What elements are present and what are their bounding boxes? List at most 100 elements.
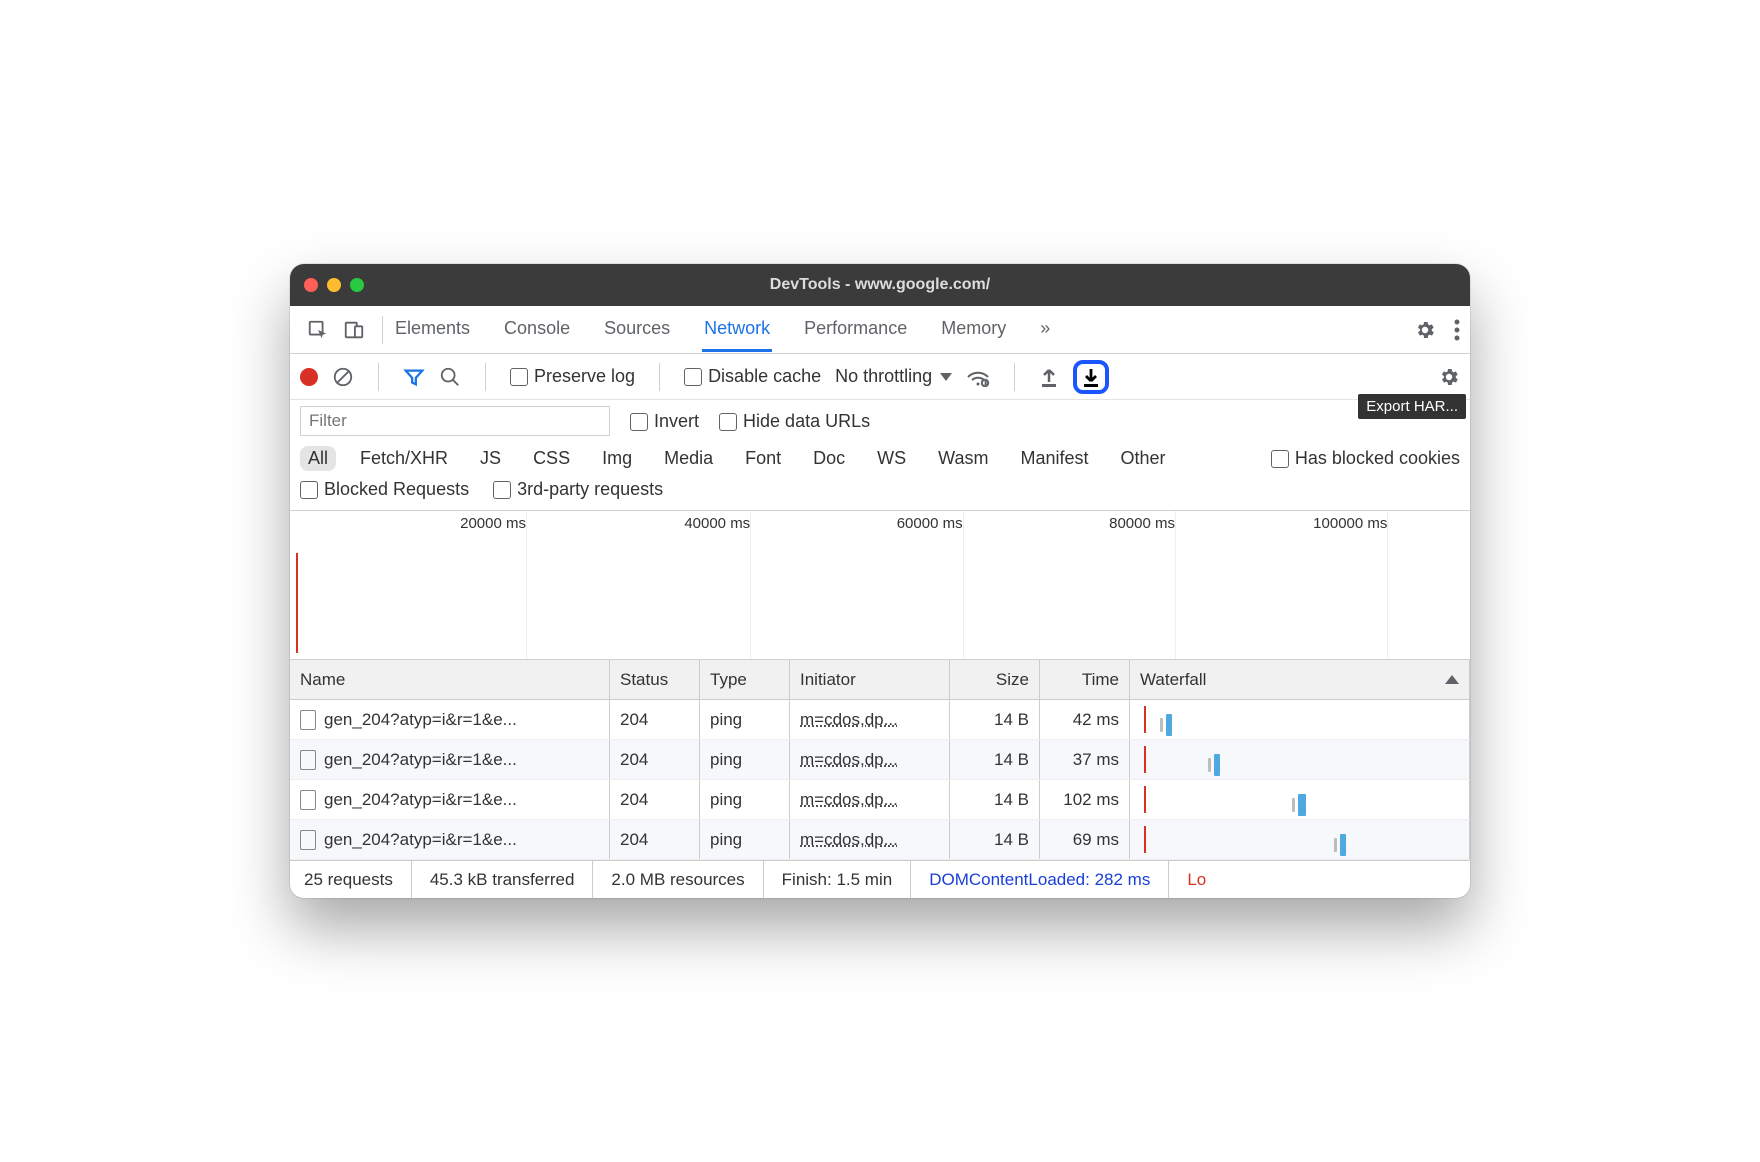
devtools-window: DevTools - www.google.com/ Elements Cons… bbox=[290, 264, 1470, 898]
invert-label: Invert bbox=[654, 411, 699, 431]
type-chip-img[interactable]: Img bbox=[594, 446, 640, 471]
export-har-tooltip: Export HAR... bbox=[1358, 394, 1466, 419]
timeline-tick: 80000 ms bbox=[1109, 515, 1175, 532]
preserve-log-label: Preserve log bbox=[534, 366, 635, 386]
export-har-button[interactable] bbox=[1073, 360, 1109, 394]
minimize-window-button[interactable] bbox=[327, 278, 341, 292]
cell-type: ping bbox=[700, 780, 790, 819]
preserve-log-checkbox[interactable]: Preserve log bbox=[510, 366, 635, 387]
search-icon[interactable] bbox=[439, 366, 461, 388]
file-icon bbox=[300, 750, 316, 770]
cell-time: 37 ms bbox=[1040, 740, 1130, 779]
hide-data-urls-checkbox[interactable]: Hide data URLs bbox=[719, 411, 870, 432]
col-name[interactable]: Name bbox=[290, 660, 610, 699]
inspect-element-icon[interactable] bbox=[300, 319, 336, 341]
type-chip-doc[interactable]: Doc bbox=[805, 446, 853, 471]
cell-waterfall bbox=[1130, 740, 1470, 779]
type-chip-css[interactable]: CSS bbox=[525, 446, 578, 471]
tab-overflow[interactable]: » bbox=[1038, 308, 1052, 352]
type-chip-manifest[interactable]: Manifest bbox=[1013, 446, 1097, 471]
type-chip-other[interactable]: Other bbox=[1113, 446, 1174, 471]
filter-bar: Invert Hide data URLs bbox=[290, 400, 1470, 442]
divider bbox=[382, 316, 383, 344]
filter-icon[interactable] bbox=[403, 366, 425, 388]
cell-size: 14 B bbox=[950, 820, 1040, 859]
type-chip-media[interactable]: Media bbox=[656, 446, 721, 471]
filter-input[interactable] bbox=[300, 406, 610, 436]
col-type[interactable]: Type bbox=[700, 660, 790, 699]
window-title: DevTools - www.google.com/ bbox=[290, 276, 1470, 294]
table-row[interactable]: gen_204?atyp=i&r=1&e... 204ping m=cdos,dp.… bbox=[290, 780, 1470, 820]
col-waterfall[interactable]: Waterfall bbox=[1130, 660, 1470, 699]
device-toolbar-icon[interactable] bbox=[336, 319, 372, 341]
type-chip-wasm[interactable]: Wasm bbox=[930, 446, 996, 471]
timeline-tick: 60000 ms bbox=[897, 515, 963, 532]
status-requests: 25 requests bbox=[304, 861, 412, 898]
divider bbox=[659, 363, 660, 391]
cell-time: 102 ms bbox=[1040, 780, 1130, 819]
kebab-menu-icon[interactable] bbox=[1454, 319, 1460, 341]
record-button[interactable] bbox=[300, 368, 318, 386]
network-settings-gear-icon[interactable] bbox=[1438, 366, 1460, 388]
tab-sources[interactable]: Sources bbox=[602, 308, 672, 352]
cell-initiator[interactable]: m=cdos,dp... bbox=[800, 830, 898, 850]
blocked-requests-checkbox[interactable]: Blocked Requests bbox=[300, 479, 469, 500]
status-resources: 2.0 MB resources bbox=[593, 861, 763, 898]
table-row[interactable]: gen_204?atyp=i&r=1&e...204pingm=cdos,dp.… bbox=[290, 740, 1470, 780]
cell-waterfall bbox=[1130, 820, 1470, 859]
invert-checkbox[interactable]: Invert bbox=[630, 411, 699, 432]
col-initiator[interactable]: Initiator bbox=[790, 660, 950, 699]
cell-size: 14 B bbox=[950, 780, 1040, 819]
tab-elements[interactable]: Elements bbox=[393, 308, 472, 352]
cell-size: 14 B bbox=[950, 700, 1040, 739]
table-row[interactable]: gen_204?atyp=i&r=1&e...204pingm=cdos,dp.… bbox=[290, 820, 1470, 860]
type-chip-js[interactable]: JS bbox=[472, 446, 509, 471]
col-status[interactable]: Status bbox=[610, 660, 700, 699]
file-icon bbox=[300, 790, 316, 810]
timeline-tick: 20000 ms bbox=[460, 515, 526, 532]
tab-console[interactable]: Console bbox=[502, 308, 572, 352]
timeline-tick: 100000 ms bbox=[1313, 515, 1387, 532]
status-bar: 25 requests 45.3 kB transferred 2.0 MB r… bbox=[290, 860, 1470, 898]
resource-type-filter: All Fetch/XHR JS CSS Img Media Font Doc … bbox=[290, 442, 1470, 479]
throttling-value: No throttling bbox=[835, 366, 932, 387]
cell-status: 204 bbox=[610, 780, 700, 819]
timeline-tick: 40000 ms bbox=[684, 515, 750, 532]
type-chip-all[interactable]: All bbox=[300, 446, 336, 471]
type-chip-font[interactable]: Font bbox=[737, 446, 789, 471]
disable-cache-checkbox[interactable]: Disable cache bbox=[684, 366, 821, 387]
tab-memory[interactable]: Memory bbox=[939, 308, 1008, 352]
type-chip-fetch[interactable]: Fetch/XHR bbox=[352, 446, 456, 471]
timeline-overview[interactable]: 20000 ms 40000 ms 60000 ms 80000 ms 1000… bbox=[290, 510, 1470, 660]
settings-gear-icon[interactable] bbox=[1414, 319, 1436, 341]
cell-name: gen_204?atyp=i&r=1&e... bbox=[324, 710, 517, 730]
divider bbox=[1014, 363, 1015, 391]
zoom-window-button[interactable] bbox=[350, 278, 364, 292]
cell-initiator[interactable]: m=cdos,dp... bbox=[800, 790, 898, 810]
file-icon bbox=[300, 830, 316, 850]
third-party-checkbox[interactable]: 3rd-party requests bbox=[493, 479, 663, 500]
type-chip-ws[interactable]: WS bbox=[869, 446, 914, 471]
tab-performance[interactable]: Performance bbox=[802, 308, 909, 352]
network-conditions-icon[interactable] bbox=[966, 367, 990, 387]
request-table-header: Name Status Type Initiator Size Time Wat… bbox=[290, 660, 1470, 700]
cell-waterfall bbox=[1130, 700, 1470, 739]
table-row[interactable]: gen_204?atyp=i&r=1&e...204pingm=cdos,dp.… bbox=[290, 700, 1470, 740]
col-time[interactable]: Time bbox=[1040, 660, 1130, 699]
cell-time: 42 ms bbox=[1040, 700, 1130, 739]
cell-name: gen_204?atyp=i&r=1&e... bbox=[324, 830, 517, 850]
cell-initiator[interactable]: m=cdos,dp... bbox=[800, 750, 898, 770]
status-load: Lo bbox=[1169, 861, 1224, 898]
col-size[interactable]: Size bbox=[950, 660, 1040, 699]
has-blocked-cookies-checkbox[interactable]: Has blocked cookies bbox=[1271, 448, 1460, 469]
cell-name: gen_204?atyp=i&r=1&e... bbox=[324, 750, 517, 770]
cell-waterfall bbox=[1130, 780, 1470, 819]
clear-button[interactable] bbox=[332, 366, 354, 388]
cell-initiator[interactable]: m=cdos,dp... bbox=[800, 710, 898, 730]
import-har-icon[interactable] bbox=[1039, 366, 1059, 388]
sort-ascending-icon bbox=[1445, 675, 1459, 684]
tab-network[interactable]: Network bbox=[702, 308, 772, 352]
close-window-button[interactable] bbox=[304, 278, 318, 292]
cell-name: gen_204?atyp=i&r=1&e... bbox=[324, 790, 517, 810]
throttling-select[interactable]: No throttling bbox=[835, 366, 952, 387]
